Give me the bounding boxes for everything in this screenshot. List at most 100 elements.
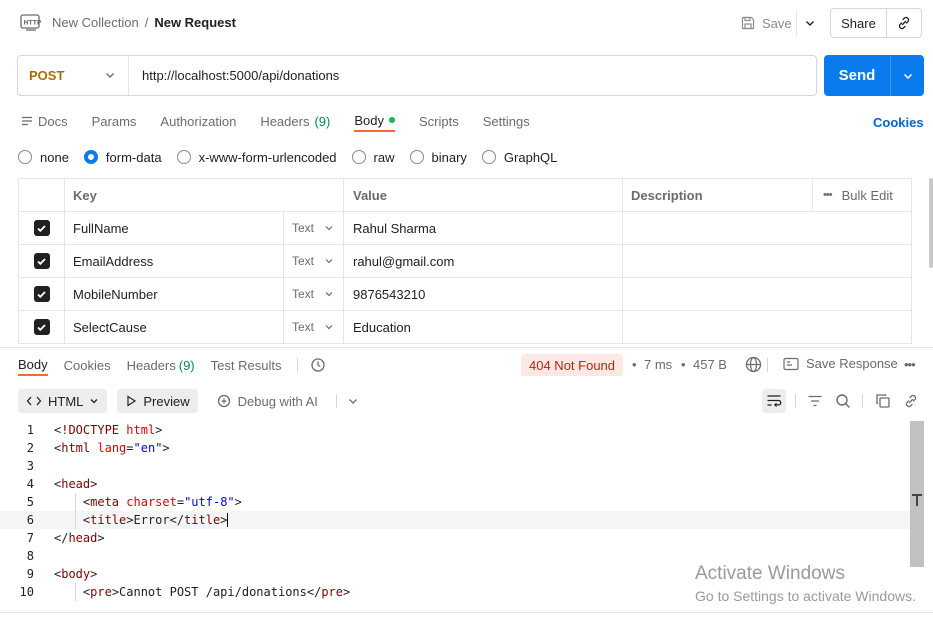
value-cell[interactable]: Rahul Sharma (344, 212, 623, 244)
response-tab-test-results-label: Test Results (210, 357, 282, 373)
type-label: Text (292, 287, 315, 301)
radio-circle (351, 150, 366, 164)
radio-graphql[interactable]: GraphQL (481, 149, 558, 165)
type-select[interactable]: Text (283, 311, 343, 343)
url-input[interactable] (129, 56, 816, 95)
wrap-lines-button[interactable] (762, 389, 786, 413)
pane-resize-handle[interactable] (0, 347, 933, 348)
request-scrollbar[interactable] (929, 178, 933, 268)
copy-button[interactable] (871, 389, 895, 413)
copy-link-button[interactable] (899, 389, 923, 413)
globe-icon[interactable] (745, 356, 762, 373)
description-cell[interactable] (623, 311, 912, 343)
key-cell[interactable]: MobileNumber Text (65, 278, 344, 310)
breadcrumb-collection[interactable]: New Collection (52, 15, 139, 30)
code-icon (26, 396, 42, 406)
key-cell[interactable]: FullName Text (65, 212, 344, 244)
type-select[interactable]: Text (283, 212, 343, 244)
code-text: <meta charset="utf-8"> (54, 495, 242, 509)
status-badge[interactable]: 404 Not Found (521, 354, 624, 376)
save-label: Save (762, 15, 792, 31)
value-cell[interactable]: Education (344, 311, 623, 343)
cookies-link[interactable]: Cookies (873, 115, 924, 130)
http-request-icon: HTTP (20, 14, 42, 31)
search-button[interactable] (831, 389, 855, 413)
tab-headers-count: (9) (314, 113, 331, 129)
bulk-edit-button[interactable]: ••• Bulk Edit (812, 179, 911, 211)
code-line[interactable]: 1 <!DOCTYPE html> (0, 421, 910, 439)
row-checkbox[interactable] (33, 286, 50, 302)
code-line[interactable]: 7 </head> (0, 529, 910, 547)
response-tab-headers[interactable]: Headers (9) (127, 355, 195, 375)
radio-graphql-label: GraphQL (503, 149, 558, 165)
value-cell[interactable]: 9876543210 (344, 278, 623, 310)
horizontal-scrollbar[interactable] (0, 612, 933, 623)
preview-button[interactable]: Preview (117, 389, 198, 413)
header-description-label: Description (631, 187, 703, 203)
preview-label: Preview (143, 393, 190, 409)
key-cell[interactable]: SelectCause Text (65, 311, 344, 343)
radio-x-www-form-urlencoded[interactable]: x-www-form-urlencoded (176, 150, 337, 165)
request-name[interactable]: New Request (154, 15, 236, 30)
share-button[interactable]: Share (831, 9, 887, 37)
line-number: 7 (26, 531, 34, 545)
response-tab-cookies[interactable]: Cookies (64, 355, 111, 375)
format-select[interactable]: HTML (18, 389, 108, 413)
code-line[interactable]: 6 <title>Error</title> (0, 511, 910, 529)
history-icon[interactable] (310, 357, 326, 373)
code-line[interactable]: 3 (0, 457, 910, 475)
code-line[interactable]: 2 <html lang="en"> (0, 439, 910, 457)
description-cell[interactable] (623, 212, 912, 244)
row-checkbox[interactable] (33, 253, 50, 269)
filter-button[interactable] (803, 389, 827, 413)
radio-form-data[interactable]: form-data (83, 150, 162, 165)
row-checkbox-cell (19, 311, 65, 343)
response-time[interactable]: 7 ms (644, 357, 672, 372)
tab-authorization[interactable]: Authorization (160, 110, 236, 132)
response-size[interactable]: 457 B (693, 357, 727, 372)
method-select[interactable]: POST (18, 56, 129, 95)
type-select[interactable]: Text (283, 245, 343, 277)
url-bar: POST (17, 55, 817, 96)
key-text: EmailAddress (73, 253, 154, 269)
debug-with-ai-button[interactable]: Debug with AI (208, 389, 326, 413)
more-options-icon[interactable]: ••• (904, 357, 916, 372)
send-button[interactable]: Send (824, 55, 891, 96)
copy-icon (876, 394, 890, 408)
tab-body[interactable]: Body (354, 110, 395, 132)
send-options-button[interactable] (891, 55, 924, 96)
watermark-title: Activate Windows (695, 563, 845, 584)
radio-circle (481, 150, 496, 164)
tab-docs[interactable]: Docs (21, 110, 68, 132)
line-number: 3 (26, 459, 34, 473)
response-tab-test-results[interactable]: Test Results (211, 355, 282, 375)
description-cell[interactable] (623, 278, 912, 310)
tab-headers[interactable]: Headers (9) (260, 110, 330, 132)
filter-icon (808, 395, 822, 407)
code-line[interactable]: 5 <meta charset="utf-8"> (0, 493, 910, 511)
description-cell[interactable] (623, 245, 912, 277)
code-line[interactable]: 4 <head> (0, 475, 910, 493)
copy-link-button[interactable] (887, 9, 921, 37)
radio-none[interactable]: none (18, 150, 69, 165)
row-checkbox-cell (19, 212, 65, 244)
value-cell[interactable]: rahul@gmail.com (344, 245, 623, 277)
type-select[interactable]: Text (283, 278, 343, 310)
response-tab-body[interactable]: Body (18, 354, 48, 376)
row-checkbox[interactable] (33, 220, 50, 236)
radio-binary-label: binary (431, 149, 467, 165)
tab-params[interactable]: Params (92, 110, 137, 132)
format-label: HTML (48, 393, 84, 409)
save-button[interactable]: Save (736, 10, 796, 36)
response-size-bullet: • (681, 357, 686, 372)
tab-headers-label: Headers (260, 113, 310, 129)
tab-scripts[interactable]: Scripts (419, 110, 459, 132)
chevron-down-icon[interactable] (347, 395, 359, 407)
radio-raw[interactable]: raw (351, 150, 395, 165)
key-cell[interactable]: EmailAddress Text (65, 245, 344, 277)
radio-binary[interactable]: binary (409, 149, 467, 165)
save-response-button[interactable]: Save Response (783, 356, 898, 371)
tab-settings[interactable]: Settings (483, 110, 530, 132)
save-options-button[interactable] (796, 10, 822, 36)
row-checkbox[interactable] (33, 319, 50, 335)
